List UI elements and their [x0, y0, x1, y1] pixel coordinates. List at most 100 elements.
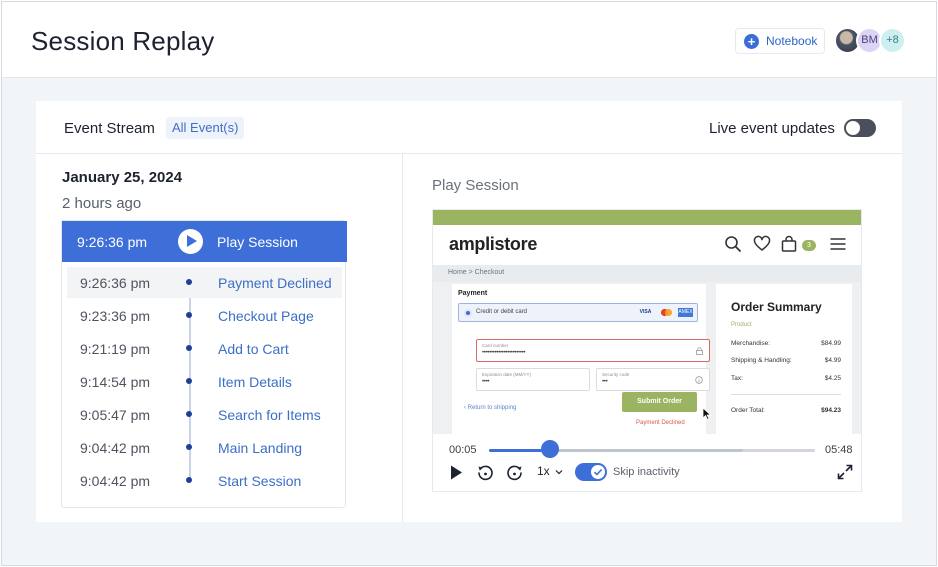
event-row[interactable]: 9:04:42 pm Start Session: [67, 465, 342, 496]
play-icon[interactable]: [178, 229, 203, 254]
order-total-row: Order Total: $94.23: [731, 407, 841, 414]
payment-declined-message: Payment Declined: [636, 420, 685, 426]
payment-title: Payment: [458, 290, 488, 297]
amex-logo: AMEX: [678, 308, 693, 317]
heart-icon: [753, 235, 771, 251]
payment-option-label: Credit or debit card: [476, 309, 528, 315]
event-label[interactable]: Main Landing: [218, 440, 302, 456]
fullscreen-icon[interactable]: [837, 464, 853, 480]
event-time: 9:04:42 pm: [80, 440, 151, 456]
order-row-value: $4.99: [824, 357, 841, 364]
card-number-label: Card number: [482, 343, 509, 348]
timeline-dot: [186, 345, 192, 351]
plus-circle-icon: +: [744, 33, 759, 49]
notebook-button[interactable]: + Notebook: [735, 28, 825, 54]
play-row-label: Play Session: [217, 234, 298, 250]
event-list: 9:26:36 pm Play Session 9:26:36 pm Payme…: [61, 220, 347, 508]
play-row-time: 9:26:36 pm: [77, 234, 148, 250]
store-banner-bar: [433, 210, 861, 225]
event-label[interactable]: Checkout Page: [218, 308, 314, 324]
timeline-dot: [186, 279, 192, 285]
app-frame: Session Replay + Notebook BM +8 Event St…: [1, 1, 937, 566]
order-divider: [731, 394, 841, 395]
column-divider: [402, 154, 403, 522]
search-icon: [725, 236, 741, 252]
security-code-field: Security code •••: [596, 368, 710, 391]
event-row[interactable]: 9:04:42 pm Main Landing: [67, 432, 342, 463]
store-header-icons: 3: [724, 235, 854, 255]
cart-count-badge: 3: [802, 240, 816, 251]
event-time: 9:04:42 pm: [80, 473, 151, 489]
event-row[interactable]: 9:05:47 pm Search for Items: [67, 399, 342, 430]
current-time: 00:05: [449, 444, 477, 456]
event-time: 9:23:36 pm: [80, 308, 151, 324]
order-total-value: $94.23: [821, 407, 841, 414]
event-row[interactable]: 9:26:36 pm Payment Declined: [67, 267, 342, 298]
event-time: 9:05:47 pm: [80, 407, 151, 423]
card-number-value: ••••••••••••••••••••••••: [482, 350, 526, 356]
event-time: 9:26:36 pm: [80, 275, 151, 291]
session-card: Event Stream All Event(s) Live event upd…: [36, 101, 902, 522]
submit-order-button: Submit Order: [622, 392, 697, 412]
playback-speed-value: 1x: [537, 464, 550, 478]
order-total-label: Order Total:: [731, 407, 765, 414]
player-controls: 00:05 05:48 1x Skip inactivity: [433, 434, 861, 491]
event-time: 9:14:54 pm: [80, 374, 151, 390]
timeline-dot: [186, 312, 192, 318]
play-icon[interactable]: [448, 464, 464, 481]
store-logo: amplistore: [449, 234, 538, 254]
order-summary-title: Order Summary: [731, 300, 822, 314]
seek-thumb[interactable]: [540, 440, 559, 458]
seek-bar[interactable]: [489, 449, 815, 452]
live-updates-toggle[interactable]: [844, 119, 876, 137]
event-label[interactable]: Add to Cart: [218, 341, 289, 357]
toggle-knob: [846, 121, 860, 135]
expiry-label: Expiration date (MM/YY): [482, 372, 532, 377]
order-row-value: $4.25: [824, 375, 841, 382]
event-filter-chip[interactable]: All Event(s): [166, 117, 245, 139]
radio-selected-icon: [464, 309, 472, 317]
order-row: Merchandise: $84.99: [731, 340, 841, 349]
avatar-more-count[interactable]: +8: [879, 27, 906, 54]
order-summary-panel: Order Summary Product Merchandise: $84.9…: [716, 284, 852, 434]
play-session-row[interactable]: 9:26:36 pm Play Session: [62, 221, 347, 262]
event-time: 9:21:19 pm: [80, 341, 151, 357]
live-updates-label: Live event updates: [709, 120, 835, 137]
card-brand-logos: VISA AMEX: [638, 308, 693, 318]
timeline-dot: [186, 378, 192, 384]
mouse-cursor-icon: [702, 407, 712, 421]
notebook-button-label: Notebook: [766, 34, 818, 48]
store-breadcrumb: Home > Checkout: [448, 269, 505, 276]
page-title: Session Replay: [31, 26, 215, 56]
session-date: January 25, 2024: [62, 169, 183, 186]
mastercard-logo: [660, 308, 673, 317]
menu-icon: [830, 238, 846, 250]
top-header: Session Replay + Notebook BM +8: [2, 2, 936, 78]
rewind-icon[interactable]: [476, 464, 494, 482]
check-icon: [593, 468, 603, 476]
expiry-field: Expiration date (MM/YY) ••••: [476, 368, 590, 391]
return-to-shipping-link: ‹ Return to shipping: [464, 405, 517, 411]
order-row: Tax: $4.25: [731, 375, 841, 384]
event-label[interactable]: Search for Items: [218, 407, 321, 423]
card-header: Event Stream All Event(s) Live event upd…: [36, 101, 902, 154]
product-label: Product: [731, 322, 752, 328]
store-header: amplistore 3: [433, 225, 861, 265]
info-icon: [695, 376, 703, 384]
fast-forward-icon[interactable]: [506, 464, 524, 482]
order-row-label: Tax:: [731, 375, 743, 382]
event-label[interactable]: Start Session: [218, 473, 301, 489]
event-label[interactable]: Payment Declined: [218, 275, 332, 291]
collaborator-avatars[interactable]: BM +8: [834, 27, 914, 55]
skip-inactivity-toggle[interactable]: [575, 463, 607, 481]
event-label[interactable]: Item Details: [218, 374, 292, 390]
event-row[interactable]: 9:21:19 pm Add to Cart: [67, 333, 342, 364]
event-row[interactable]: 9:14:54 pm Item Details: [67, 366, 342, 397]
session-player: amplistore 3 Home > Checkout Payment Cre…: [432, 209, 862, 492]
total-duration: 05:48: [825, 444, 853, 456]
skip-inactivity-label: Skip inactivity: [613, 466, 680, 478]
session-relative-time: 2 hours ago: [62, 195, 142, 212]
event-row[interactable]: 9:23:36 pm Checkout Page: [67, 300, 342, 331]
playback-speed-select[interactable]: 1x: [537, 464, 563, 478]
lock-icon: [696, 347, 703, 355]
